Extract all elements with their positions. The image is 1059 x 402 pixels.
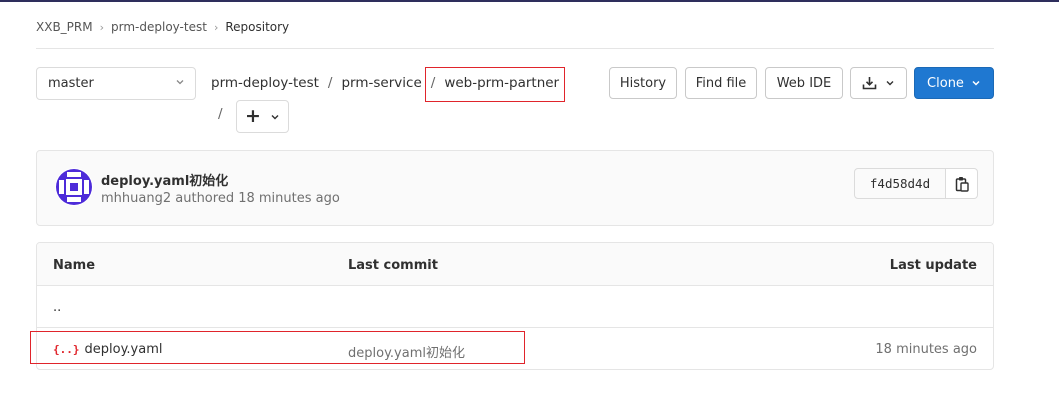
top-nav-edge — [0, 0, 1059, 2]
breadcrumb-project-link[interactable]: prm-deploy-test — [111, 20, 207, 34]
avatar[interactable] — [55, 168, 93, 206]
history-button[interactable]: History — [609, 67, 677, 99]
file-last-update: 18 minutes ago — [875, 342, 977, 357]
column-header-name: Name — [53, 258, 96, 273]
path-segment-service[interactable]: prm-service — [341, 75, 421, 91]
breadcrumb-chevron-icon: › — [213, 20, 219, 34]
commit-sha-label[interactable]: f4d58d4d — [854, 168, 946, 199]
download-icon — [862, 77, 877, 90]
breadcrumb-group-link[interactable]: XXB_PRM — [36, 20, 93, 34]
parent-directory-link[interactable]: .. — [53, 300, 61, 315]
chevron-down-icon — [972, 80, 980, 86]
commit-time: 18 minutes ago — [238, 191, 340, 206]
column-header-last-commit: Last commit — [348, 258, 438, 273]
path-segment-root[interactable]: prm-deploy-test — [211, 75, 319, 91]
plus-icon: + — [245, 105, 261, 127]
commit-sha-group: f4d58d4d — [854, 168, 978, 199]
breadcrumb: XXB_PRM › prm-deploy-test › Repository — [36, 18, 289, 36]
copy-icon — [955, 176, 969, 192]
web-ide-button[interactable]: Web IDE — [765, 67, 843, 99]
breadcrumb-current[interactable]: Repository — [225, 20, 289, 34]
branch-select[interactable]: master — [36, 67, 196, 100]
breadcrumb-chevron-icon: › — [99, 20, 105, 34]
last-commit-panel: deploy.yaml初始化 mhhuang2 authored 18 minu… — [36, 150, 994, 226]
highlight-annotation-path — [425, 67, 565, 102]
chevron-down-icon — [886, 81, 894, 86]
commit-author[interactable]: mhhuang2 — [101, 191, 171, 206]
path-separator: / — [327, 75, 333, 91]
clone-button[interactable]: Clone — [914, 67, 994, 99]
commit-title[interactable]: deploy.yaml初始化 — [101, 170, 228, 189]
chevron-down-icon — [271, 114, 279, 119]
commit-meta: mhhuang2 authored 18 minutes ago — [101, 191, 340, 206]
find-file-button[interactable]: Find file — [685, 67, 757, 99]
divider — [36, 48, 994, 49]
chevron-down-icon — [176, 80, 184, 85]
table-header: Name Last commit Last update — [37, 243, 993, 286]
clone-button-label: Clone — [927, 75, 964, 91]
branch-select-value: master — [48, 76, 94, 91]
copy-sha-button[interactable] — [946, 168, 978, 199]
highlight-annotation-row — [30, 331, 525, 364]
table-row-parent[interactable]: .. — [37, 287, 993, 328]
download-button[interactable] — [850, 67, 907, 99]
commit-authored-label: authored — [175, 191, 235, 206]
add-to-tree-dropdown[interactable]: + — [236, 100, 289, 133]
path-separator: / — [218, 106, 223, 122]
column-header-last-update: Last update — [889, 258, 977, 273]
